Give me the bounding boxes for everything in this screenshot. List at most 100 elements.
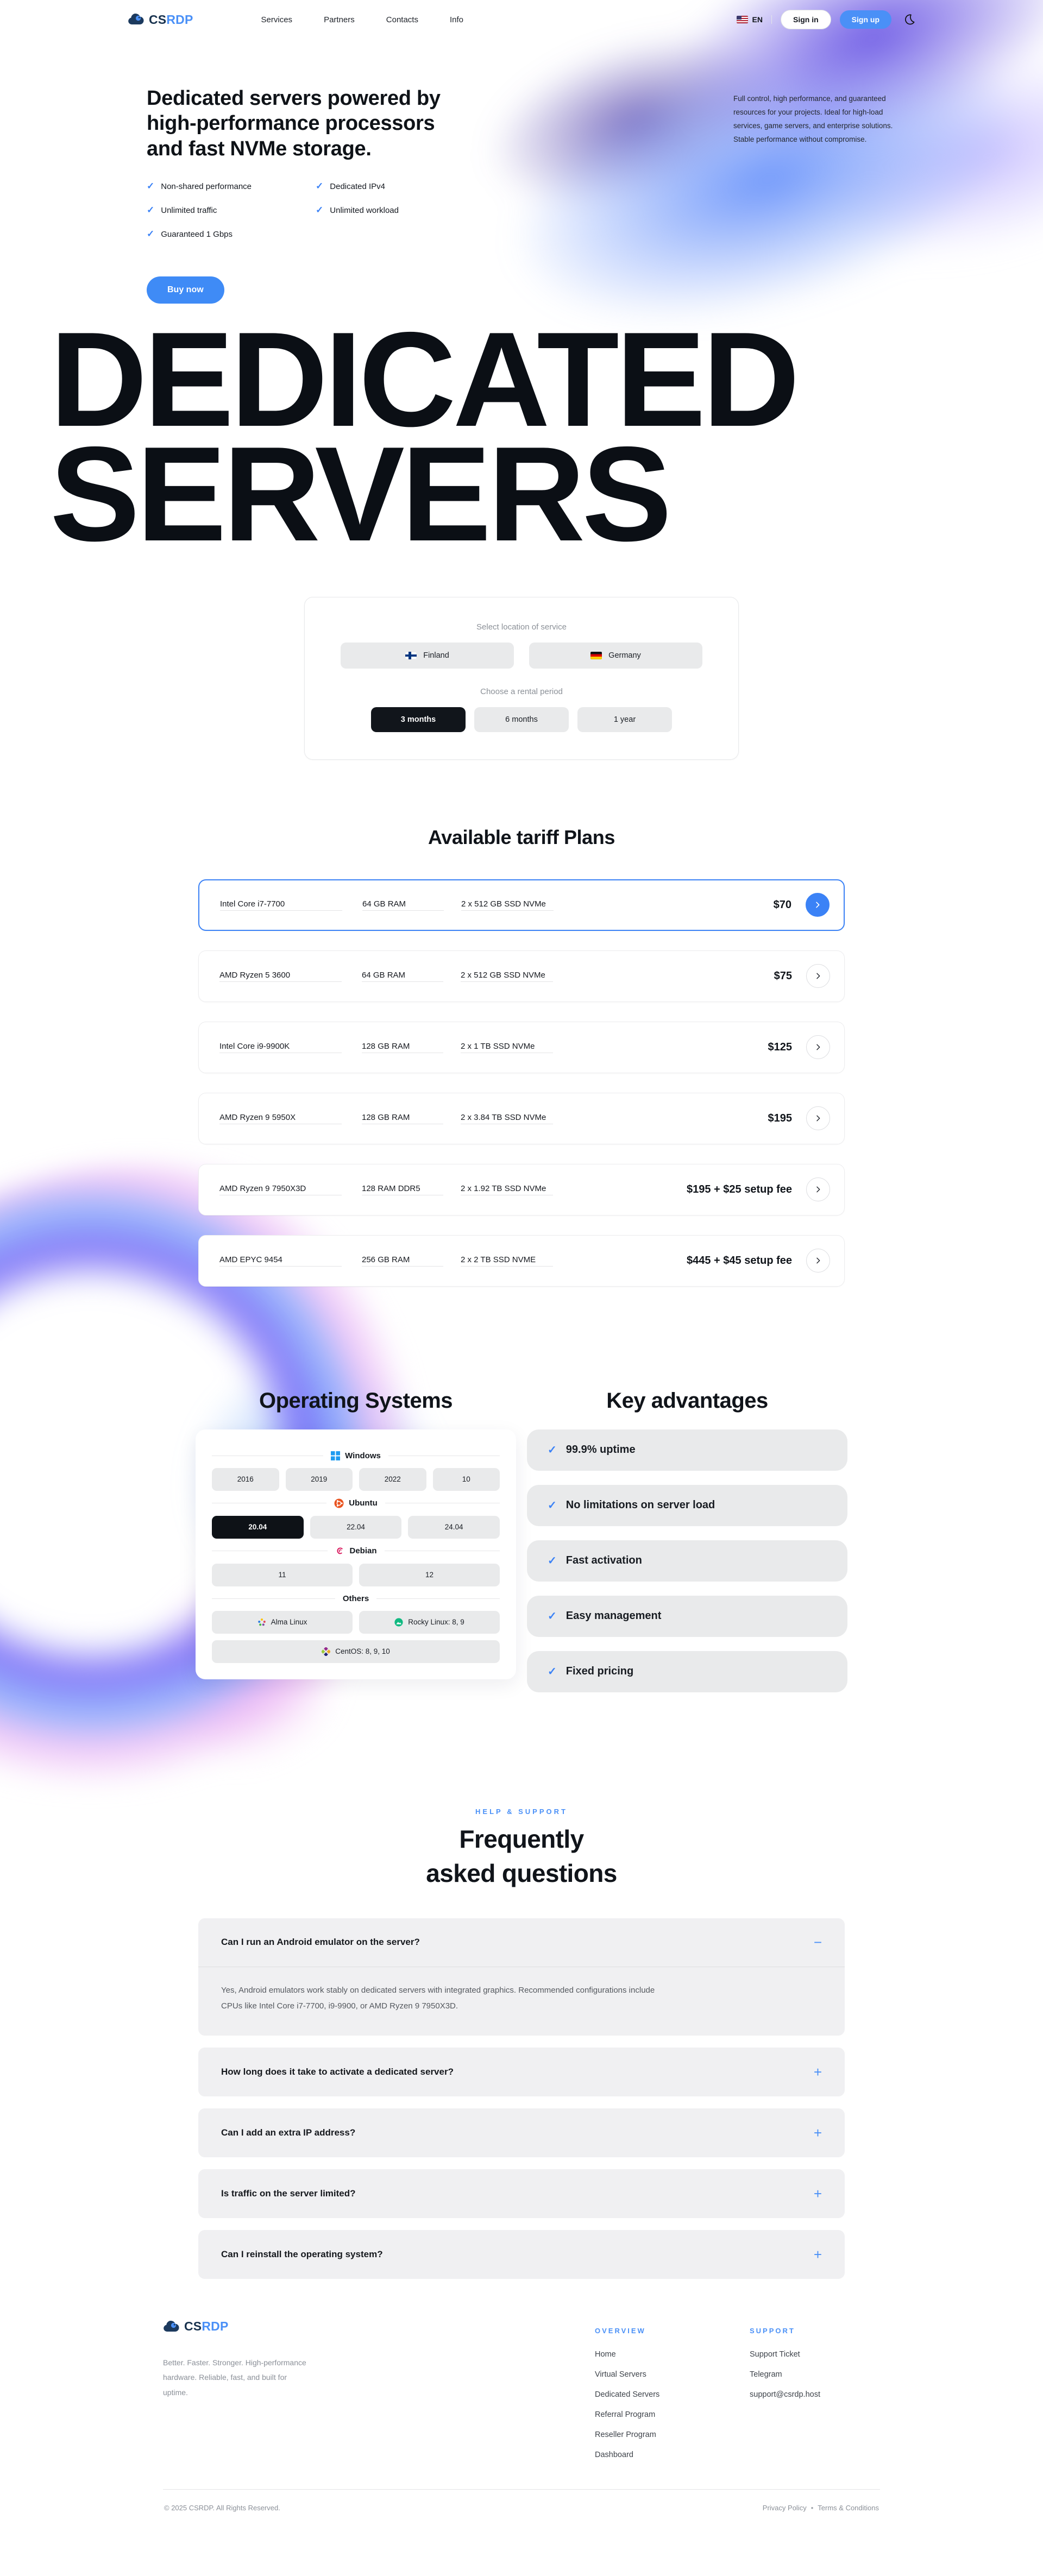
plus-icon: +: [814, 2126, 822, 2140]
footer-link-support-email[interactable]: support@csrdp.host: [750, 2390, 880, 2399]
os-group-others: Others: [212, 1594, 500, 1603]
faq-question-toggle[interactable]: How long does it take to activate a dedi…: [198, 2048, 845, 2096]
faq-question-toggle[interactable]: Can I run an Android emulator on the ser…: [198, 1918, 845, 1967]
nav-contacts[interactable]: Contacts: [386, 15, 418, 24]
period-3-months[interactable]: 3 months: [371, 707, 466, 732]
minus-icon: −: [814, 1935, 822, 1949]
chevron-right-icon: [814, 1114, 822, 1123]
os-debian-11[interactable]: 11: [212, 1564, 353, 1586]
footer-link-telegram[interactable]: Telegram: [750, 2370, 880, 2379]
plan-order-button[interactable]: [806, 893, 830, 917]
plan-price: $70: [774, 899, 791, 911]
check-icon: [548, 1665, 557, 1678]
check-icon: [316, 181, 323, 192]
faq-item-reinstall-os: Can I reinstall the operating system? +: [198, 2230, 845, 2279]
copyright: © 2025 CSRDP. All Rights Reserved.: [164, 2504, 280, 2512]
plus-icon: +: [814, 2247, 822, 2262]
cloud-logo-icon: [163, 2320, 179, 2333]
plan-storage: 2 x 3.84 TB SSD NVMe: [461, 1113, 553, 1124]
sign-in-button[interactable]: Sign in: [781, 10, 831, 29]
faq-item-extra-ip: Can I add an extra IP address? +: [198, 2108, 845, 2157]
os-rocky-linux[interactable]: Rocky Linux: 8, 9: [359, 1611, 500, 1634]
dark-mode-toggle[interactable]: [903, 14, 915, 26]
feature-item: Non-shared performance: [147, 181, 252, 192]
moon-icon: [903, 14, 915, 26]
legal-links: Privacy Policy • Terms & Conditions: [763, 2504, 879, 2512]
faq-question-toggle[interactable]: Is traffic on the server limited? +: [198, 2169, 845, 2218]
footer-link-dashboard[interactable]: Dashboard: [595, 2451, 750, 2459]
os-card: Windows 2016 2019 2022 10: [196, 1429, 516, 1679]
period-6-months[interactable]: 6 months: [474, 707, 569, 732]
language-code: EN: [752, 15, 763, 24]
location-finland[interactable]: Finland: [341, 643, 514, 669]
faq-section: HELP & SUPPORT Frequently asked question…: [0, 1807, 1043, 2279]
location-options: Finland Germany: [341, 643, 702, 669]
feature-item: Unlimited traffic: [147, 205, 252, 216]
feature-label: Guaranteed 1 Gbps: [161, 230, 233, 239]
plan-order-button[interactable]: [806, 964, 830, 988]
nav-partners[interactable]: Partners: [324, 15, 355, 24]
advantage-item: No limitations on server load: [527, 1485, 847, 1526]
os-centos[interactable]: CentOS: 8, 9, 10: [212, 1640, 500, 1663]
terms-conditions-link[interactable]: Terms & Conditions: [818, 2504, 879, 2512]
plan-ram: 256 GB RAM: [362, 1255, 443, 1267]
footer-logo[interactable]: CSRDP: [163, 2319, 595, 2334]
check-icon: [316, 205, 323, 216]
plan-row-i7-7700[interactable]: Intel Core i7-7700 64 GB RAM 2 x 512 GB …: [198, 879, 845, 931]
feature-item: Dedicated IPv4: [316, 181, 399, 192]
faq-question-toggle[interactable]: Can I reinstall the operating system? +: [198, 2230, 845, 2279]
plan-row-ryzen9-5950x[interactable]: AMD Ryzen 9 5950X 128 GB RAM 2 x 3.84 TB…: [198, 1093, 845, 1144]
check-icon: [548, 1443, 557, 1457]
finland-flag-icon: [405, 652, 417, 659]
footer-link-referral-program[interactable]: Referral Program: [595, 2410, 750, 2419]
nav-services[interactable]: Services: [261, 15, 293, 24]
plan-row-ryzen5-3600[interactable]: AMD Ryzen 5 3600 64 GB RAM 2 x 512 GB SS…: [198, 950, 845, 1002]
footer-bottom-bar: © 2025 CSRDP. All Rights Reserved. Priva…: [163, 2489, 880, 2528]
period-1-year[interactable]: 1 year: [577, 707, 672, 732]
plan-order-button[interactable]: [806, 1035, 830, 1059]
os-ubuntu-2004[interactable]: 20.04: [212, 1516, 304, 1539]
hero-title: Dedicated servers powered by high-perfor…: [147, 86, 441, 161]
footer-link-support-ticket[interactable]: Support Ticket: [750, 2350, 880, 2359]
operating-systems-column: Operating Systems Windows: [196, 1389, 516, 1692]
os-windows-2016[interactable]: 2016: [212, 1468, 279, 1491]
logo[interactable]: CSRDP: [128, 12, 193, 27]
plan-row-i9-9900k[interactable]: Intel Core i9-9900K 128 GB RAM 2 x 1 TB …: [198, 1022, 845, 1073]
plan-cpu: AMD Ryzen 9 7950X3D: [219, 1184, 342, 1195]
language-selector[interactable]: EN: [737, 15, 772, 24]
sign-up-button[interactable]: Sign up: [840, 10, 891, 29]
os-debian-12[interactable]: 12: [359, 1564, 500, 1586]
windows-icon: [331, 1451, 340, 1460]
chevron-right-icon: [814, 972, 822, 980]
os-windows-2019[interactable]: 2019: [286, 1468, 353, 1491]
os-windows-10[interactable]: 10: [433, 1468, 500, 1491]
plan-ram: 128 GB RAM: [362, 1042, 443, 1053]
os-group-ubuntu: Ubuntu: [212, 1498, 500, 1508]
os-alma-linux[interactable]: Alma Linux: [212, 1611, 353, 1634]
footer-link-dedicated-servers[interactable]: Dedicated Servers: [595, 2390, 750, 2399]
footer-link-virtual-servers[interactable]: Virtual Servers: [595, 2370, 750, 2379]
footer-overview-column: OVERVIEW Home Virtual Servers Dedicated …: [595, 2319, 750, 2471]
plan-storage: 2 x 1 TB SSD NVMe: [461, 1042, 553, 1053]
os-ubuntu-2204[interactable]: 22.04: [310, 1516, 402, 1539]
privacy-policy-link[interactable]: Privacy Policy: [763, 2504, 807, 2512]
footer-tagline: Better. Faster. Stronger. High-performan…: [163, 2355, 307, 2400]
chevron-right-icon: [814, 1256, 822, 1265]
check-icon: [548, 1609, 557, 1623]
footer-link-home[interactable]: Home: [595, 2350, 750, 2359]
footer-link-reseller-program[interactable]: Reseller Program: [595, 2430, 750, 2439]
os-ubuntu-2404[interactable]: 24.04: [408, 1516, 500, 1539]
location-germany[interactable]: Germany: [529, 643, 702, 669]
nav-info[interactable]: Info: [450, 15, 463, 24]
faq-question-toggle[interactable]: Can I add an extra IP address? +: [198, 2108, 845, 2157]
chevron-right-icon: [813, 900, 822, 909]
footer: CSRDP Better. Faster. Stronger. High-per…: [163, 2304, 880, 2528]
plan-order-button[interactable]: [806, 1249, 830, 1273]
hero-section: Dedicated servers powered by high-perfor…: [147, 86, 896, 304]
os-windows-2022[interactable]: 2022: [359, 1468, 426, 1491]
plan-row-ryzen9-7950x3d[interactable]: AMD Ryzen 9 7950X3D 128 RAM DDR5 2 x 1.9…: [198, 1164, 845, 1215]
plan-row-epyc-9454[interactable]: AMD EPYC 9454 256 GB RAM 2 x 2 TB SSD NV…: [198, 1235, 845, 1287]
plan-order-button[interactable]: [806, 1106, 830, 1130]
plan-order-button[interactable]: [806, 1177, 830, 1201]
buy-now-button[interactable]: Buy now: [147, 276, 224, 304]
